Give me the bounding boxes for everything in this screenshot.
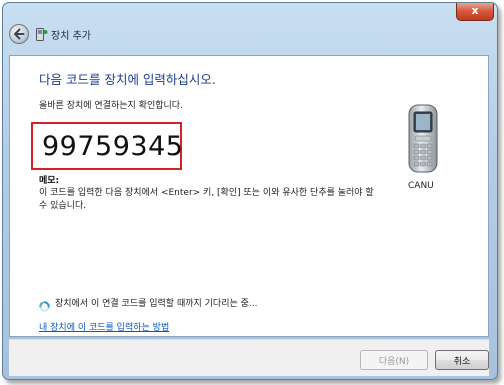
back-arrow-icon [14, 28, 25, 40]
close-icon: x [471, 4, 479, 17]
memo-label: 메모: [39, 176, 60, 186]
button-bar: 다음(N) 취소 [9, 339, 489, 376]
cancel-button[interactable]: 취소 [435, 350, 489, 370]
memo-text: 이 코드를 입력한 다음 장치에서 <Enter> 키, [확인] 또는 이와 … [39, 188, 374, 211]
waiting-status: 장치에서 이 연결 코드를 입력할 때까지 기다리는 중... [55, 299, 258, 309]
help-link[interactable]: 내 장치에 이 코드를 입력하는 방법 [39, 320, 169, 333]
add-device-window: 장치 추가 x 다음 코드를 장치에 입력하십시오. 올바른 장치에 연결하는지… [2, 2, 498, 380]
mobile-phone-icon [406, 104, 440, 174]
page-heading: 다음 코드를 장치에 입력하십시오. [39, 72, 216, 87]
pairing-code: 99759345 [42, 131, 184, 162]
back-button[interactable] [9, 24, 29, 44]
bluetooth-device-icon [36, 27, 48, 41]
device-name: CANU [408, 181, 434, 191]
content-panel: 다음 코드를 장치에 입력하십시오. 올바른 장치에 연결하는지 확인합니다. … [9, 55, 489, 337]
next-button[interactable]: 다음(N) [360, 350, 428, 370]
busy-spinner-icon [39, 297, 50, 312]
title-bar[interactable]: 장치 추가 x [3, 3, 497, 55]
instruction-text: 올바른 장치에 연결하는지 확인합니다. [39, 101, 183, 111]
pairing-code-box: 99759345 [31, 122, 184, 170]
window-title: 장치 추가 [51, 31, 91, 42]
close-button[interactable]: x [456, 3, 494, 21]
